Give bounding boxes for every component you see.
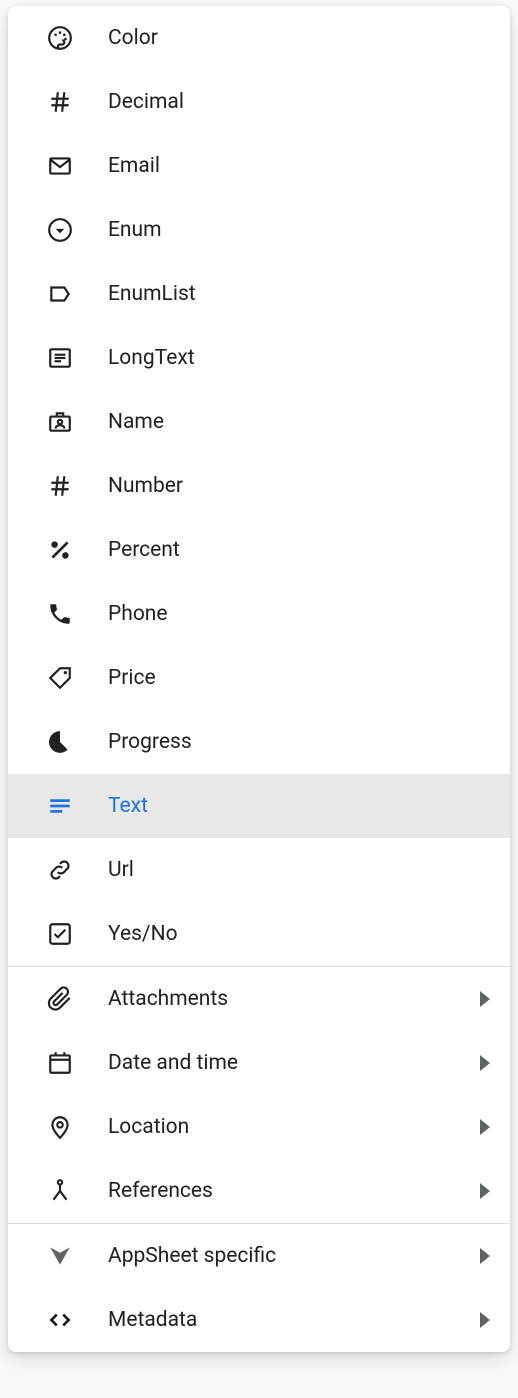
menu-item-yesno[interactable]: Yes/No [8, 902, 510, 966]
menu-item-label: Attachments [108, 987, 228, 1011]
merge-icon [46, 1177, 74, 1205]
pie-icon [46, 728, 74, 756]
menu-item-label: EnumList [108, 282, 196, 306]
checkbox-icon [46, 920, 74, 948]
menu-item-label: Phone [108, 602, 168, 626]
menu-item-label: Url [108, 858, 134, 882]
calendar-icon [46, 1049, 74, 1077]
link-icon [46, 856, 74, 884]
menu-group-attachments[interactable]: Attachments [8, 967, 510, 1031]
menu-item-percent[interactable]: Percent [8, 518, 510, 582]
menu-item-price[interactable]: Price [8, 646, 510, 710]
menu-item-number[interactable]: Number [8, 454, 510, 518]
menu-item-text[interactable]: Text [8, 774, 510, 838]
menu-item-color[interactable]: Color [8, 6, 510, 70]
menu-item-label: Metadata [108, 1308, 197, 1332]
label-icon [46, 280, 74, 308]
menu-item-label: Enum [108, 218, 162, 242]
menu-item-label: LongText [108, 346, 195, 370]
chevron-right-icon [480, 1055, 490, 1071]
chevron-right-icon [480, 1183, 490, 1199]
phone-icon [46, 600, 74, 628]
menu-item-label: References [108, 1179, 213, 1203]
hash-icon [46, 88, 74, 116]
code-icon [46, 1306, 74, 1334]
menu-item-longtext[interactable]: LongText [8, 326, 510, 390]
chevron-right-icon [480, 1119, 490, 1135]
chevron-right-icon [480, 991, 490, 1007]
palette-icon [46, 24, 74, 52]
pricetag-icon [46, 664, 74, 692]
circle-down-icon [46, 216, 74, 244]
menu-item-label: Decimal [108, 90, 184, 114]
notes-icon [46, 792, 74, 820]
menu-item-label: Email [108, 154, 160, 178]
chevron-right-icon [480, 1312, 490, 1328]
menu-group-location[interactable]: Location [8, 1095, 510, 1159]
type-dropdown-menu: Color Decimal Email Enum EnumList LongTe… [8, 6, 510, 1352]
menu-item-label: Text [108, 794, 148, 818]
menu-item-name[interactable]: Name [8, 390, 510, 454]
menu-item-progress[interactable]: Progress [8, 710, 510, 774]
menu-item-url[interactable]: Url [8, 838, 510, 902]
menu-item-email[interactable]: Email [8, 134, 510, 198]
menu-item-decimal[interactable]: Decimal [8, 70, 510, 134]
menu-item-label: AppSheet specific [108, 1244, 276, 1268]
menu-group-datetime[interactable]: Date and time [8, 1031, 510, 1095]
menu-item-enum[interactable]: Enum [8, 198, 510, 262]
percent-icon [46, 536, 74, 564]
pin-icon [46, 1113, 74, 1141]
menu-item-label: Price [108, 666, 156, 690]
menu-item-label: Date and time [108, 1051, 238, 1075]
mail-icon [46, 152, 74, 180]
attachment-icon [46, 985, 74, 1013]
menu-item-label: Name [108, 410, 164, 434]
chevron-right-icon [480, 1248, 490, 1264]
menu-group-metadata[interactable]: Metadata [8, 1288, 510, 1352]
menu-item-enumlist[interactable]: EnumList [8, 262, 510, 326]
menu-item-label: Yes/No [108, 922, 178, 946]
menu-item-label: Location [108, 1115, 189, 1139]
badge-icon [46, 408, 74, 436]
appsheet-icon [46, 1242, 74, 1270]
menu-item-label: Color [108, 26, 158, 50]
menu-item-label: Percent [108, 538, 180, 562]
menu-item-label: Progress [108, 730, 192, 754]
menu-item-phone[interactable]: Phone [8, 582, 510, 646]
menu-group-appsheet[interactable]: AppSheet specific [8, 1224, 510, 1288]
hash-icon [46, 472, 74, 500]
textbox-icon [46, 344, 74, 372]
menu-item-label: Number [108, 474, 183, 498]
menu-group-references[interactable]: References [8, 1159, 510, 1223]
